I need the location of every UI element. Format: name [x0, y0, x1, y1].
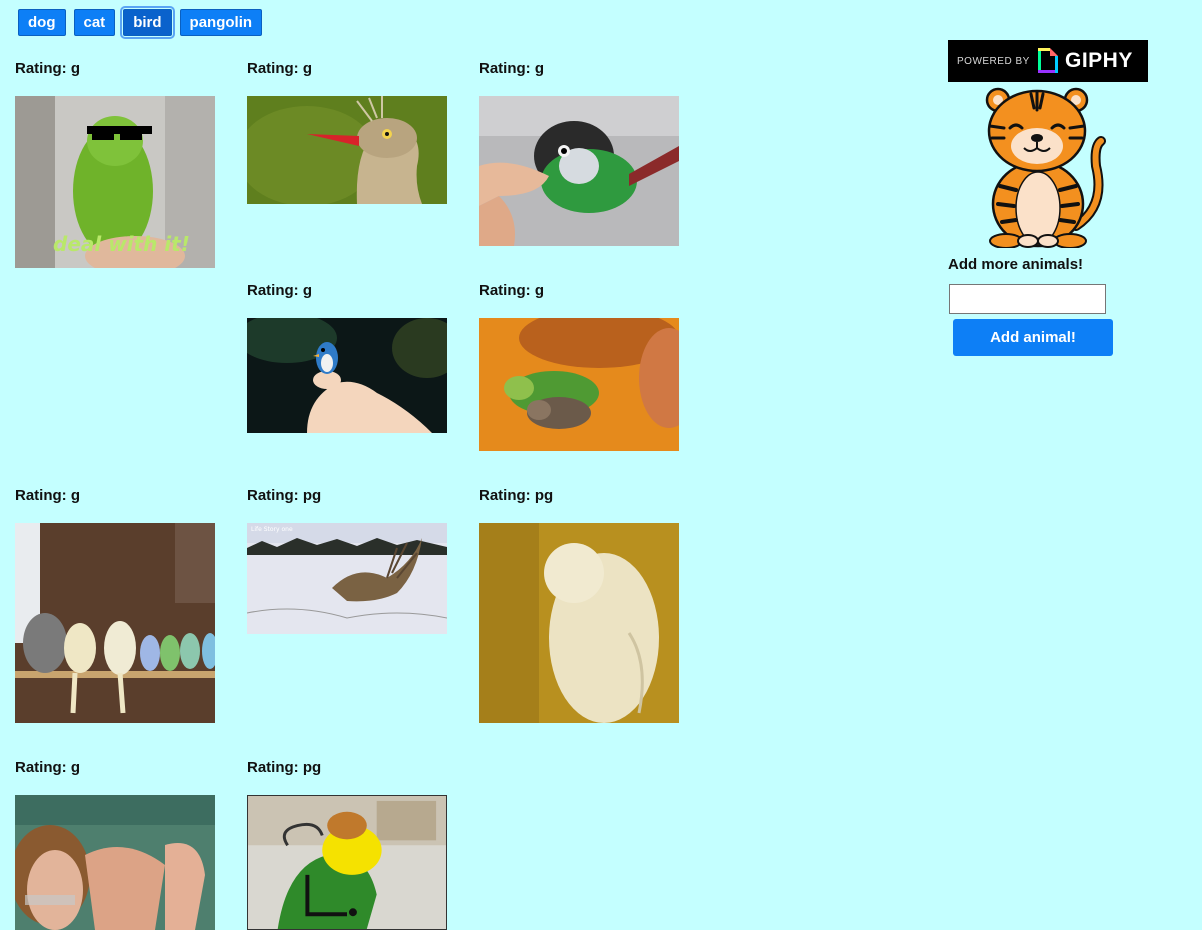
gif-card: Rating: g: [15, 487, 215, 723]
gif-image[interactable]: [479, 523, 679, 723]
gif-image[interactable]: [247, 795, 447, 930]
add-animal-button[interactable]: Add animal!: [953, 319, 1113, 356]
add-animals-label: Add more animals!: [948, 256, 1084, 273]
gif-card: Rating: pg: [247, 759, 447, 930]
gif-image[interactable]: [15, 523, 215, 723]
gif-image[interactable]: [479, 318, 679, 451]
gif-card: Rating: pg: [479, 487, 679, 723]
gif-caption: deal with it!: [53, 232, 190, 256]
giphy-attribution: POWERED BY GIPHY: [948, 40, 1148, 82]
gif-rating: Rating: g: [15, 60, 80, 77]
topic-button-pangolin[interactable]: pangolin: [179, 9, 263, 36]
gif-rating: Rating: pg: [247, 759, 322, 776]
gif-card: Rating: g deal with it!: [15, 60, 215, 268]
topic-buttons: dog cat bird pangolin: [18, 6, 263, 39]
gif-rating: Rating: g: [247, 282, 312, 299]
gif-rating: Rating: g: [247, 60, 312, 77]
gif-rating: Rating: g: [15, 487, 80, 504]
gif-image[interactable]: [479, 96, 679, 246]
gif-image[interactable]: [247, 96, 447, 204]
gif-card: Rating: g: [15, 759, 215, 930]
giphy-logo-icon: [1038, 48, 1058, 73]
gif-image[interactable]: Life Story one: [247, 523, 447, 634]
animal-input[interactable]: [949, 284, 1106, 314]
giphy-wordmark: GIPHY: [1065, 49, 1133, 72]
gif-image[interactable]: deal with it!: [15, 96, 215, 268]
sidebar: POWERED BY GIPHY Add more animals! Add a…: [948, 40, 1168, 356]
gif-card: Rating: g: [247, 282, 447, 433]
gif-rating: Rating: g: [15, 759, 80, 776]
gif-card: Rating: g: [479, 282, 679, 451]
tiger-mascot-icon: [985, 87, 1106, 248]
gif-rating: Rating: g: [479, 60, 544, 77]
gif-rating: Rating: pg: [247, 487, 322, 504]
gif-card: Rating: g: [247, 60, 447, 204]
gif-image[interactable]: [15, 795, 215, 930]
topic-button-cat[interactable]: cat: [73, 9, 116, 36]
topic-button-dog[interactable]: dog: [18, 9, 66, 36]
gif-rating: Rating: pg: [479, 487, 554, 504]
powered-by-label: POWERED BY: [957, 56, 1030, 67]
gif-watermark: Life Story one: [251, 526, 293, 533]
gif-rating: Rating: g: [479, 282, 544, 299]
gif-card: Rating: g: [479, 60, 679, 246]
gif-image[interactable]: [247, 318, 447, 433]
topic-button-bird[interactable]: bird: [120, 6, 175, 39]
gif-card: Rating: pg Life Story one: [247, 487, 447, 634]
